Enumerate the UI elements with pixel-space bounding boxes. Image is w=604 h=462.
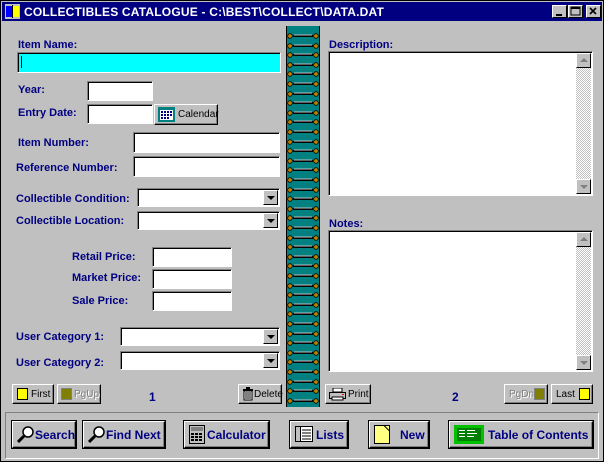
pgup-button[interactable]: PgUp bbox=[57, 384, 101, 404]
pgdn-button[interactable]: PgDn bbox=[504, 384, 548, 404]
retail-price-field[interactable] bbox=[152, 247, 232, 267]
calculator-button-label: Calculator bbox=[207, 428, 266, 442]
new-page-icon bbox=[374, 425, 390, 444]
find-next-button[interactable]: Find Next bbox=[83, 421, 165, 448]
entry-date-field[interactable] bbox=[87, 104, 153, 124]
user-category-1-combo[interactable] bbox=[120, 327, 280, 346]
last-button-label: Last bbox=[556, 389, 575, 400]
search-button[interactable]: Search bbox=[12, 421, 76, 448]
print-button[interactable]: Print bbox=[325, 384, 371, 404]
condition-combo[interactable] bbox=[137, 188, 280, 207]
table-of-contents-button-label: Table of Contents bbox=[488, 428, 589, 442]
window-title: COLLECTIBLES CATALOGUE - C:\BEST\COLLECT… bbox=[24, 5, 384, 19]
trash-icon bbox=[243, 387, 253, 401]
print-button-label: Print bbox=[348, 389, 369, 400]
notes-label: Notes: bbox=[329, 218, 364, 230]
page-icon bbox=[17, 388, 28, 400]
location-combo[interactable] bbox=[137, 211, 280, 230]
page-icon bbox=[579, 388, 590, 400]
year-field[interactable] bbox=[87, 81, 153, 101]
lists-button[interactable]: Lists bbox=[290, 421, 348, 448]
new-button-label: New bbox=[400, 428, 425, 442]
item-number-field[interactable] bbox=[133, 132, 280, 153]
user-category-1-dropdown-button[interactable] bbox=[263, 329, 278, 344]
condition-label: Collectible Condition: bbox=[16, 193, 130, 205]
item-name-label: Item Name: bbox=[18, 39, 78, 51]
description-label: Description: bbox=[329, 39, 394, 51]
right-page-number: 2 bbox=[452, 390, 459, 404]
scroll-down-arrow-icon[interactable] bbox=[576, 179, 591, 194]
app-icon[interactable] bbox=[5, 4, 20, 19]
lists-button-label: Lists bbox=[316, 428, 345, 442]
location-dropdown-button[interactable] bbox=[263, 213, 278, 228]
close-button[interactable] bbox=[586, 5, 601, 18]
user-category-2-dropdown-button[interactable] bbox=[263, 353, 278, 368]
maximize-button[interactable] bbox=[568, 5, 583, 18]
item-number-label: Item Number: bbox=[18, 137, 89, 149]
new-button[interactable]: New bbox=[369, 421, 429, 448]
scroll-down-arrow-icon[interactable] bbox=[576, 355, 591, 370]
entry-date-label: Entry Date: bbox=[18, 107, 77, 119]
search-button-label: Search bbox=[35, 428, 76, 442]
description-scrollbar[interactable] bbox=[576, 53, 591, 194]
magnifier-icon bbox=[17, 426, 34, 443]
reference-number-field[interactable] bbox=[133, 156, 280, 177]
user-category-2-label: User Category 2: bbox=[16, 357, 105, 369]
list-icon bbox=[295, 426, 313, 442]
user-category-2-combo[interactable] bbox=[120, 351, 280, 370]
bottom-toolbar: Search Find Next Calculator Lists New Ta… bbox=[5, 412, 599, 459]
first-button[interactable]: First bbox=[12, 384, 54, 404]
calculator-icon bbox=[189, 425, 205, 444]
location-label: Collectible Location: bbox=[16, 215, 125, 227]
page-down-icon bbox=[534, 388, 545, 400]
condition-dropdown-button[interactable] bbox=[263, 190, 278, 205]
user-category-1-label: User Category 1: bbox=[16, 331, 105, 343]
table-of-contents-icon bbox=[454, 425, 484, 444]
pgdn-button-label: PgDn bbox=[509, 389, 535, 400]
calculator-button[interactable]: Calculator bbox=[184, 421, 269, 448]
year-label: Year: bbox=[18, 84, 45, 96]
magnifier-icon bbox=[88, 426, 105, 443]
retail-price-label: Retail Price: bbox=[72, 251, 136, 263]
notes-scrollbar[interactable] bbox=[576, 232, 591, 370]
spiral-rings bbox=[287, 33, 319, 404]
delete-button-label: Delete bbox=[254, 389, 283, 400]
text-caret bbox=[21, 56, 22, 68]
page-up-icon bbox=[61, 388, 72, 400]
left-page-number: 1 bbox=[149, 390, 156, 404]
market-price-field[interactable] bbox=[152, 269, 232, 289]
title-bar[interactable]: COLLECTIBLES CATALOGUE - C:\BEST\COLLECT… bbox=[2, 2, 602, 21]
scroll-up-arrow-icon[interactable] bbox=[576, 232, 591, 247]
calendar-button-label: Calendar bbox=[178, 109, 219, 120]
minimize-button[interactable] bbox=[552, 5, 567, 18]
table-of-contents-button[interactable]: Table of Contents bbox=[449, 421, 593, 448]
pgup-button-label: PgUp bbox=[74, 389, 100, 400]
calendar-icon bbox=[158, 107, 175, 122]
last-button[interactable]: Last bbox=[551, 384, 593, 404]
sale-price-label: Sale Price: bbox=[72, 295, 129, 307]
market-price-label: Market Price: bbox=[72, 272, 142, 284]
calendar-button[interactable]: Calendar bbox=[154, 104, 219, 125]
first-button-label: First bbox=[31, 389, 51, 400]
notes-textarea[interactable] bbox=[328, 230, 593, 372]
delete-button[interactable]: Delete bbox=[238, 384, 283, 404]
description-textarea[interactable] bbox=[328, 51, 593, 196]
scroll-up-arrow-icon[interactable] bbox=[576, 53, 591, 68]
printer-icon bbox=[329, 388, 346, 401]
reference-number-label: Reference Number: bbox=[16, 162, 118, 174]
sale-price-field[interactable] bbox=[152, 291, 232, 311]
item-name-field[interactable] bbox=[17, 52, 281, 73]
main-window: COLLECTIBLES CATALOGUE - C:\BEST\COLLECT… bbox=[0, 0, 604, 462]
spiral-binding bbox=[286, 26, 320, 407]
find-next-button-label: Find Next bbox=[106, 428, 161, 442]
